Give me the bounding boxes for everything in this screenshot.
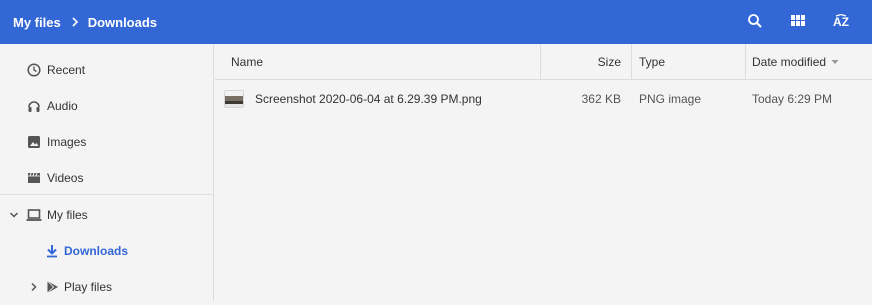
column-header-type[interactable]: Type — [639, 44, 665, 79]
sidebar-item-images[interactable]: Images — [0, 124, 214, 160]
sidebar-item-my-files[interactable]: My files — [0, 197, 214, 233]
sidebar-divider — [0, 194, 214, 195]
sort-az-icon: AZ — [833, 14, 851, 30]
breadcrumb: My files Downloads — [13, 15, 157, 30]
sidebar-item-label: Images — [47, 135, 87, 149]
chevron-right-icon[interactable] — [28, 279, 40, 295]
laptop-icon — [26, 207, 42, 223]
sidebar-item-audio[interactable]: Audio — [0, 88, 214, 124]
file-size: 362 KB — [541, 80, 621, 118]
search-icon — [747, 13, 763, 32]
chevron-down-icon[interactable] — [8, 207, 20, 223]
sort-button[interactable]: AZ — [826, 6, 858, 38]
sidebar-item-recent[interactable]: Recent — [0, 52, 214, 88]
file-type: PNG image — [639, 92, 702, 106]
file-list-header: Name Size Type Date modified — [215, 44, 872, 80]
column-header-size-label: Size — [597, 54, 621, 69]
play-store-icon — [44, 279, 60, 295]
headphones-icon — [26, 98, 42, 114]
toolbar-actions: AZ — [739, 0, 872, 44]
file-thumbnail — [224, 90, 244, 108]
sidebar-item-videos[interactable]: Videos — [0, 160, 214, 196]
breadcrumb-current[interactable]: Downloads — [88, 15, 157, 30]
file-date: Today 6:29 PM — [752, 92, 833, 106]
column-header-size[interactable]: Size — [541, 44, 621, 79]
film-icon — [26, 170, 42, 186]
table-row[interactable]: Screenshot 2020-06-04 at 6.29.39 PM.png … — [215, 80, 872, 118]
download-icon — [44, 243, 60, 259]
sidebar-item-downloads[interactable]: Downloads — [0, 233, 214, 269]
sidebar-item-label: Play files — [64, 280, 113, 294]
grid-view-button[interactable] — [782, 6, 814, 38]
navigation-sidebar: Recent Audio Images Videos My files Down… — [0, 44, 214, 301]
file-list: Name Size Type Date modified Screenshot … — [215, 44, 872, 301]
file-name: Screenshot 2020-06-04 at 6.29.39 PM.png — [255, 92, 482, 106]
sidebar-item-label: Recent — [47, 63, 86, 77]
file-size-value: 362 KB — [581, 92, 621, 106]
column-header-date[interactable]: Date modified — [752, 44, 839, 79]
sidebar-item-play-files[interactable]: Play files — [0, 269, 214, 305]
clock-icon — [26, 62, 42, 78]
grid-view-icon — [791, 14, 805, 30]
breadcrumb-root[interactable]: My files — [13, 15, 61, 30]
image-icon — [26, 134, 42, 150]
column-header-date-label: Date modified — [752, 54, 827, 69]
sidebar-item-label: My files — [47, 208, 88, 222]
column-divider[interactable] — [631, 44, 632, 79]
column-header-name[interactable]: Name — [231, 44, 263, 79]
sidebar-item-label: Audio — [47, 99, 78, 113]
chevron-right-icon — [71, 17, 79, 27]
column-divider[interactable] — [745, 44, 746, 79]
top-app-bar: My files Downloads AZ — [0, 0, 872, 44]
sidebar-item-label: Downloads — [64, 244, 129, 258]
search-button[interactable] — [739, 6, 771, 38]
sidebar-item-label: Videos — [47, 171, 84, 185]
sort-arrow-icon — [831, 59, 839, 65]
